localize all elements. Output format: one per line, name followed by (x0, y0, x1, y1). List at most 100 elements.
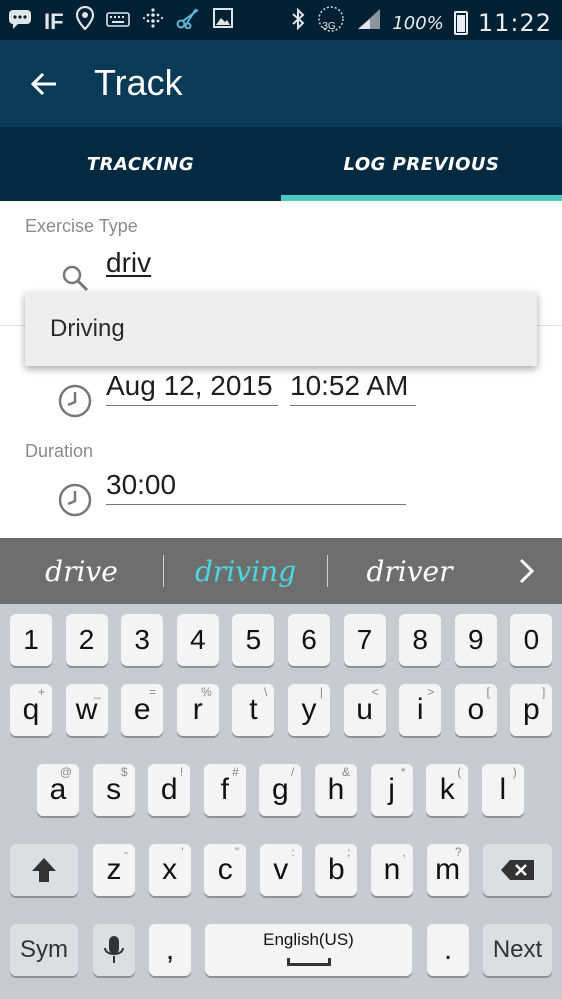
key-e[interactable]: e = (121, 684, 164, 736)
key-b[interactable]: b; (315, 844, 358, 896)
tab-log-previous[interactable]: LOG PREVIOUS (281, 127, 562, 201)
sym-key[interactable]: Sym (10, 924, 78, 976)
keyboard: 1234567890 q + w _ e = r% t \ y | u < i > o[p] a @ s $ d! f #… (0, 604, 562, 999)
key-n[interactable]: n, (371, 844, 413, 896)
key-label: b (328, 853, 345, 886)
next-label: Next (492, 936, 543, 963)
key-hint: / (291, 765, 295, 779)
more-suggestions-button[interactable] (491, 557, 562, 585)
suggestion-item[interactable]: driver (328, 555, 491, 588)
key-0[interactable]: 0 (510, 614, 553, 666)
key-hint: ? (454, 845, 462, 859)
key-f[interactable]: f # (203, 764, 246, 816)
time-field[interactable]: 10:52 AM (290, 367, 416, 406)
key-p[interactable]: p] (510, 684, 553, 736)
period-key[interactable]: . (427, 924, 469, 976)
keyboard-row-2: a @ s $ d! f # g / h & j * k(l) (0, 760, 562, 830)
key-label: 3 (134, 624, 150, 655)
backspace-icon (500, 860, 534, 880)
autocomplete-option[interactable]: Driving (25, 292, 537, 366)
key-label: 8 (412, 624, 428, 655)
key-z[interactable]: z- (93, 844, 135, 896)
backspace-key[interactable] (483, 844, 552, 896)
shift-key[interactable] (10, 844, 78, 896)
key-9[interactable]: 9 (454, 614, 497, 666)
tab-bar: TRACKING LOG PREVIOUS (0, 127, 562, 201)
space-key[interactable]: English(US) (205, 924, 412, 976)
keyboard-bottom-row: Sym , English(US) . Next (0, 920, 562, 990)
key-2[interactable]: 2 (65, 614, 108, 666)
key-g[interactable]: g / (259, 764, 302, 816)
key-6[interactable]: 6 (288, 614, 330, 666)
date-field[interactable]: Aug 12, 2015 (106, 367, 278, 406)
duration-field[interactable]: 30:00 (106, 466, 406, 505)
space-label: English(US) (263, 930, 354, 949)
key-label: u (356, 693, 373, 726)
key-hint: - (124, 845, 128, 859)
key-w[interactable]: w _ (65, 684, 108, 736)
key-i[interactable]: i > (399, 684, 442, 736)
key-v[interactable]: v: (259, 844, 302, 896)
fitbit-icon (142, 7, 164, 37)
key-o[interactable]: o[ (454, 684, 497, 736)
network-3g-icon: 3G (316, 4, 346, 42)
comma-key[interactable]: , (149, 924, 191, 976)
key-label: i (416, 693, 424, 726)
key-a[interactable]: a @ (37, 764, 79, 816)
key-h[interactable]: h & (315, 764, 357, 816)
key-label: o (467, 693, 485, 726)
tab-tracking[interactable]: TRACKING (0, 127, 281, 201)
key-7[interactable]: 7 (343, 614, 386, 666)
key-hint: ; (347, 845, 351, 859)
key-j[interactable]: j * (370, 764, 413, 816)
suggestion-item[interactable]: drive (0, 555, 163, 588)
key-hint: & (341, 765, 350, 779)
key-label: l (499, 773, 507, 806)
key-label: y (301, 693, 317, 726)
location-icon (75, 5, 94, 38)
key-y[interactable]: y | (288, 684, 330, 736)
notification-icons: IF (8, 5, 234, 38)
key-hint: + (37, 685, 45, 699)
key-label: e (133, 693, 151, 726)
shift-icon (32, 858, 56, 882)
space-bar-icon (286, 958, 331, 966)
clock: 11:22 (477, 9, 552, 37)
key-hint: ' (181, 845, 184, 859)
battery-icon (453, 11, 468, 35)
key-label: d (160, 773, 178, 806)
bluetooth-icon (290, 7, 306, 39)
ifttt-icon: IF (44, 9, 64, 34)
key-8[interactable]: 8 (399, 614, 442, 666)
key-d[interactable]: d! (148, 764, 191, 816)
suggestion-item-highlighted[interactable]: driving (164, 555, 327, 588)
key-c[interactable]: c " (204, 844, 247, 896)
key-5[interactable]: 5 (232, 614, 275, 666)
key-hint: _ (93, 685, 101, 699)
sym-label: Sym (20, 936, 68, 963)
voice-input-key[interactable] (93, 924, 135, 976)
key-l[interactable]: l) (481, 764, 524, 816)
key-r[interactable]: r% (176, 684, 219, 736)
key-q[interactable]: q + (10, 684, 52, 736)
message-icon (8, 7, 32, 37)
key-1[interactable]: 1 (10, 614, 52, 666)
key-4[interactable]: 4 (176, 614, 219, 666)
key-label: t (249, 693, 258, 726)
back-button[interactable] (20, 60, 68, 108)
key-3[interactable]: 3 (121, 614, 164, 666)
key-k[interactable]: k( (426, 764, 469, 816)
key-label: z (106, 853, 122, 886)
key-t[interactable]: t \ (232, 684, 275, 736)
key-label: q (22, 693, 40, 726)
duration-label: Duration (25, 441, 94, 461)
next-key[interactable]: Next (483, 924, 552, 976)
key-hint: $ (120, 765, 128, 779)
key-m[interactable]: m? (426, 844, 469, 896)
exercise-search-input[interactable]: driv (106, 244, 406, 282)
status-bar: IF 3G 100% 11:22 (0, 0, 562, 40)
key-s[interactable]: s $ (92, 764, 135, 816)
key-u[interactable]: u < (343, 684, 386, 736)
search-icon (58, 261, 92, 295)
key-x[interactable]: x ' (148, 844, 191, 896)
